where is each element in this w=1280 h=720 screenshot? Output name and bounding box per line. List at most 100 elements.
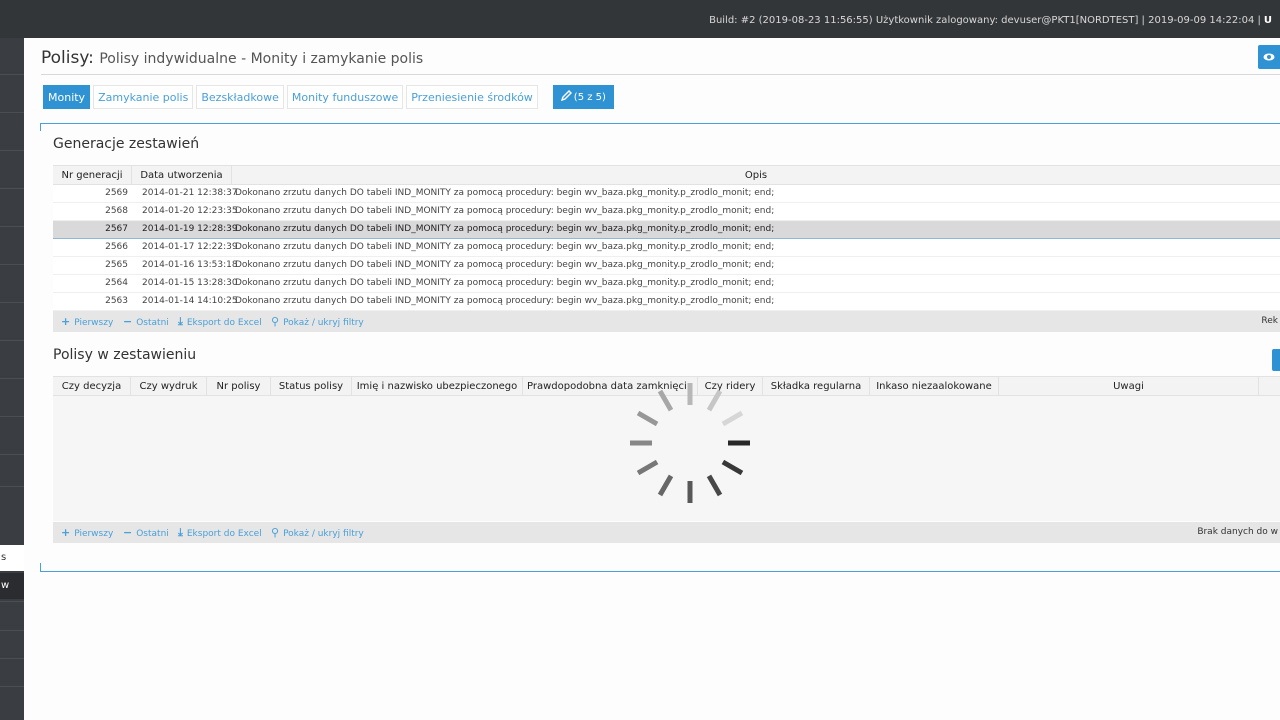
cell-nr: 2564 <box>105 278 128 288</box>
export-excel-button[interactable]: ⤓ Eksport do Excel <box>178 522 262 545</box>
side-action-button[interactable] <box>1272 349 1280 371</box>
plus-icon: + <box>61 315 71 328</box>
cell-nr: 2565 <box>105 260 128 270</box>
title-divider <box>41 74 1280 75</box>
cell-date: 2014-01-19 12:28:39 <box>142 224 238 234</box>
tab-monity-funduszowe[interactable]: Monity funduszowe <box>286 85 404 109</box>
cell-date: 2014-01-15 13:28:30 <box>142 278 238 288</box>
top-bar: Build: #2 (2019-08-23 11:56:55) Użytkown… <box>0 0 1280 38</box>
column-header-inkaso[interactable]: Inkaso niezaalokowane <box>870 377 999 396</box>
cell-desc: Dokonano zrzutu danych DO tabeli IND_MON… <box>235 278 775 288</box>
last-button[interactable]: − Ostatni <box>123 522 169 545</box>
first-label: Pierwszy <box>74 529 114 539</box>
cell-nr: 2568 <box>105 206 128 216</box>
main-content: Polisy: Polisy indywidualne - Monity i z… <box>24 38 1280 720</box>
column-header-nr-generacji[interactable]: Nr generacji <box>53 166 132 185</box>
filters-label: Pokaż / ukryj filtry <box>283 529 364 539</box>
tab-bar: Monity Zamykanie polis Bezskładkowe Moni… <box>43 85 617 109</box>
spinner-segment <box>636 459 659 476</box>
sidebar-item-s[interactable]: s <box>0 545 24 571</box>
column-header-status-polisy[interactable]: Status polisy <box>271 377 352 396</box>
tab-przeniesienie-srodkow[interactable]: Przeniesienie środków <box>406 85 538 109</box>
cell-desc: Dokonano zrzutu danych DO tabeli IND_MON… <box>235 296 775 306</box>
grid-footer: + Pierwszy − Ostatni ⤓ Eksport do Excel ⚲ Po… <box>53 522 1280 543</box>
download-icon: ⤓ <box>178 315 183 328</box>
column-header-uwagi[interactable]: Uwagi <box>999 377 1259 396</box>
toggle-filters-button[interactable]: ⚲ Pokaż / ukryj filtry <box>271 522 364 545</box>
column-header-czy-wydruk[interactable]: Czy wydruk <box>131 377 207 396</box>
export-label: Eksport do Excel <box>186 318 262 328</box>
section-title-generacje: Generacje zestawień <box>53 136 200 152</box>
cell-desc: Dokonano zrzutu danych DO tabeli IND_MON… <box>235 224 775 234</box>
first-button[interactable]: + Pierwszy <box>61 311 113 334</box>
last-label: Ostatni <box>136 318 169 328</box>
spinner-segment <box>721 410 744 427</box>
cell-nr: 2563 <box>105 296 128 306</box>
table-row-selected[interactable]: 2567 2014-01-19 12:28:39 Dokonano zrzutu… <box>53 221 1280 239</box>
tab-counter-button[interactable]: (5 z 5) <box>552 85 614 109</box>
tab-zamykanie-polis[interactable]: Zamykanie polis <box>93 85 194 109</box>
spinner-segment <box>636 410 659 427</box>
sidebar-divider <box>0 416 24 417</box>
sidebar-divider <box>0 226 24 227</box>
table-row[interactable]: 2564 2014-01-15 13:28:30 Dokonano zrzutu… <box>53 275 1280 293</box>
cell-date: 2014-01-20 12:23:35 <box>142 206 238 216</box>
cell-desc: Dokonano zrzutu danych DO tabeli IND_MON… <box>235 242 775 252</box>
sidebar-item-w[interactable]: w <box>0 573 24 599</box>
column-header-data-utworzenia[interactable]: Data utworzenia <box>132 166 232 185</box>
download-icon: ⤓ <box>178 526 183 539</box>
export-excel-button[interactable]: ⤓ Eksport do Excel <box>178 311 262 334</box>
column-header-nr-polisy[interactable]: Nr polisy <box>207 377 271 396</box>
search-icon: ⚲ <box>271 526 280 539</box>
column-header-czy-decyzja[interactable]: Czy decyzja <box>53 377 131 396</box>
sidebar-divider <box>0 686 24 687</box>
sidebar-divider <box>0 74 24 75</box>
loading-spinner-icon <box>630 383 750 503</box>
filters-label: Pokaż / ukryj filtry <box>283 318 364 328</box>
table-row[interactable]: 2565 2014-01-16 13:53:18 Dokonano zrzutu… <box>53 257 1280 275</box>
eye-icon <box>1263 53 1275 61</box>
no-data-info: Brak danych do w <box>1197 527 1278 537</box>
column-header-skladka-regularna[interactable]: Składka regularna <box>763 377 870 396</box>
generations-grid: Nr generacji Data utworzenia Opis 2569 2… <box>53 165 1280 333</box>
panel-left-tick <box>40 123 41 131</box>
sidebar-divider <box>0 302 24 303</box>
spinner-segment <box>706 389 723 412</box>
table-row[interactable]: 2563 2014-01-14 14:10:25 Dokonano zrzutu… <box>53 293 1280 311</box>
tab-monity[interactable]: Monity <box>43 85 91 109</box>
tab-bezskladkowe[interactable]: Bezskładkowe <box>196 85 284 109</box>
last-label: Ostatni <box>136 529 169 539</box>
sidebar-divider <box>0 150 24 151</box>
panel-bottom-border <box>40 571 1280 572</box>
table-row[interactable]: 2569 2014-01-21 12:38:37 Dokonano zrzutu… <box>53 185 1280 203</box>
toggle-filters-button[interactable]: ⚲ Pokaż / ukryj filtry <box>271 311 364 334</box>
section-title-polisy: Polisy w zestawieniu <box>53 347 197 363</box>
sidebar-divider <box>0 188 24 189</box>
table-row[interactable]: 2566 2014-01-17 12:22:39 Dokonano zrzutu… <box>53 239 1280 257</box>
grid-footer: + Pierwszy − Ostatni ⤓ Eksport do Excel ⚲ Po… <box>53 311 1280 332</box>
sidebar-divider <box>0 378 24 379</box>
last-button[interactable]: − Ostatni <box>123 311 169 334</box>
sidebar-divider <box>0 658 24 659</box>
column-header-imie-nazwisko[interactable]: Imię i nazwisko ubezpieczonego <box>352 377 523 396</box>
page-title-main: Polisy: <box>41 48 94 68</box>
cell-desc: Dokonano zrzutu danych DO tabeli IND_MON… <box>235 260 775 270</box>
first-button[interactable]: + Pierwszy <box>61 522 113 545</box>
export-label: Eksport do Excel <box>186 529 262 539</box>
cell-nr: 2567 <box>105 224 128 234</box>
plus-icon: + <box>61 526 71 539</box>
sidebar-divider <box>0 601 24 602</box>
sidebar-divider <box>0 454 24 455</box>
build-info-tail: U <box>1263 15 1272 26</box>
column-header-opis[interactable]: Opis <box>232 166 1280 185</box>
table-row[interactable]: 2568 2014-01-20 12:23:35 Dokonano zrzutu… <box>53 203 1280 221</box>
sidebar-divider <box>0 112 24 113</box>
left-sidebar: s w <box>0 38 24 720</box>
panel-left-tick <box>40 563 41 571</box>
page-title-sub: Polisy indywidualne - Monity i zamykanie… <box>99 51 424 67</box>
pencil-icon <box>560 90 572 102</box>
grid-header: Nr generacji Data utworzenia Opis <box>53 165 1280 185</box>
cell-nr: 2569 <box>105 188 128 198</box>
minus-icon: − <box>123 526 133 539</box>
eye-button[interactable] <box>1258 45 1280 69</box>
